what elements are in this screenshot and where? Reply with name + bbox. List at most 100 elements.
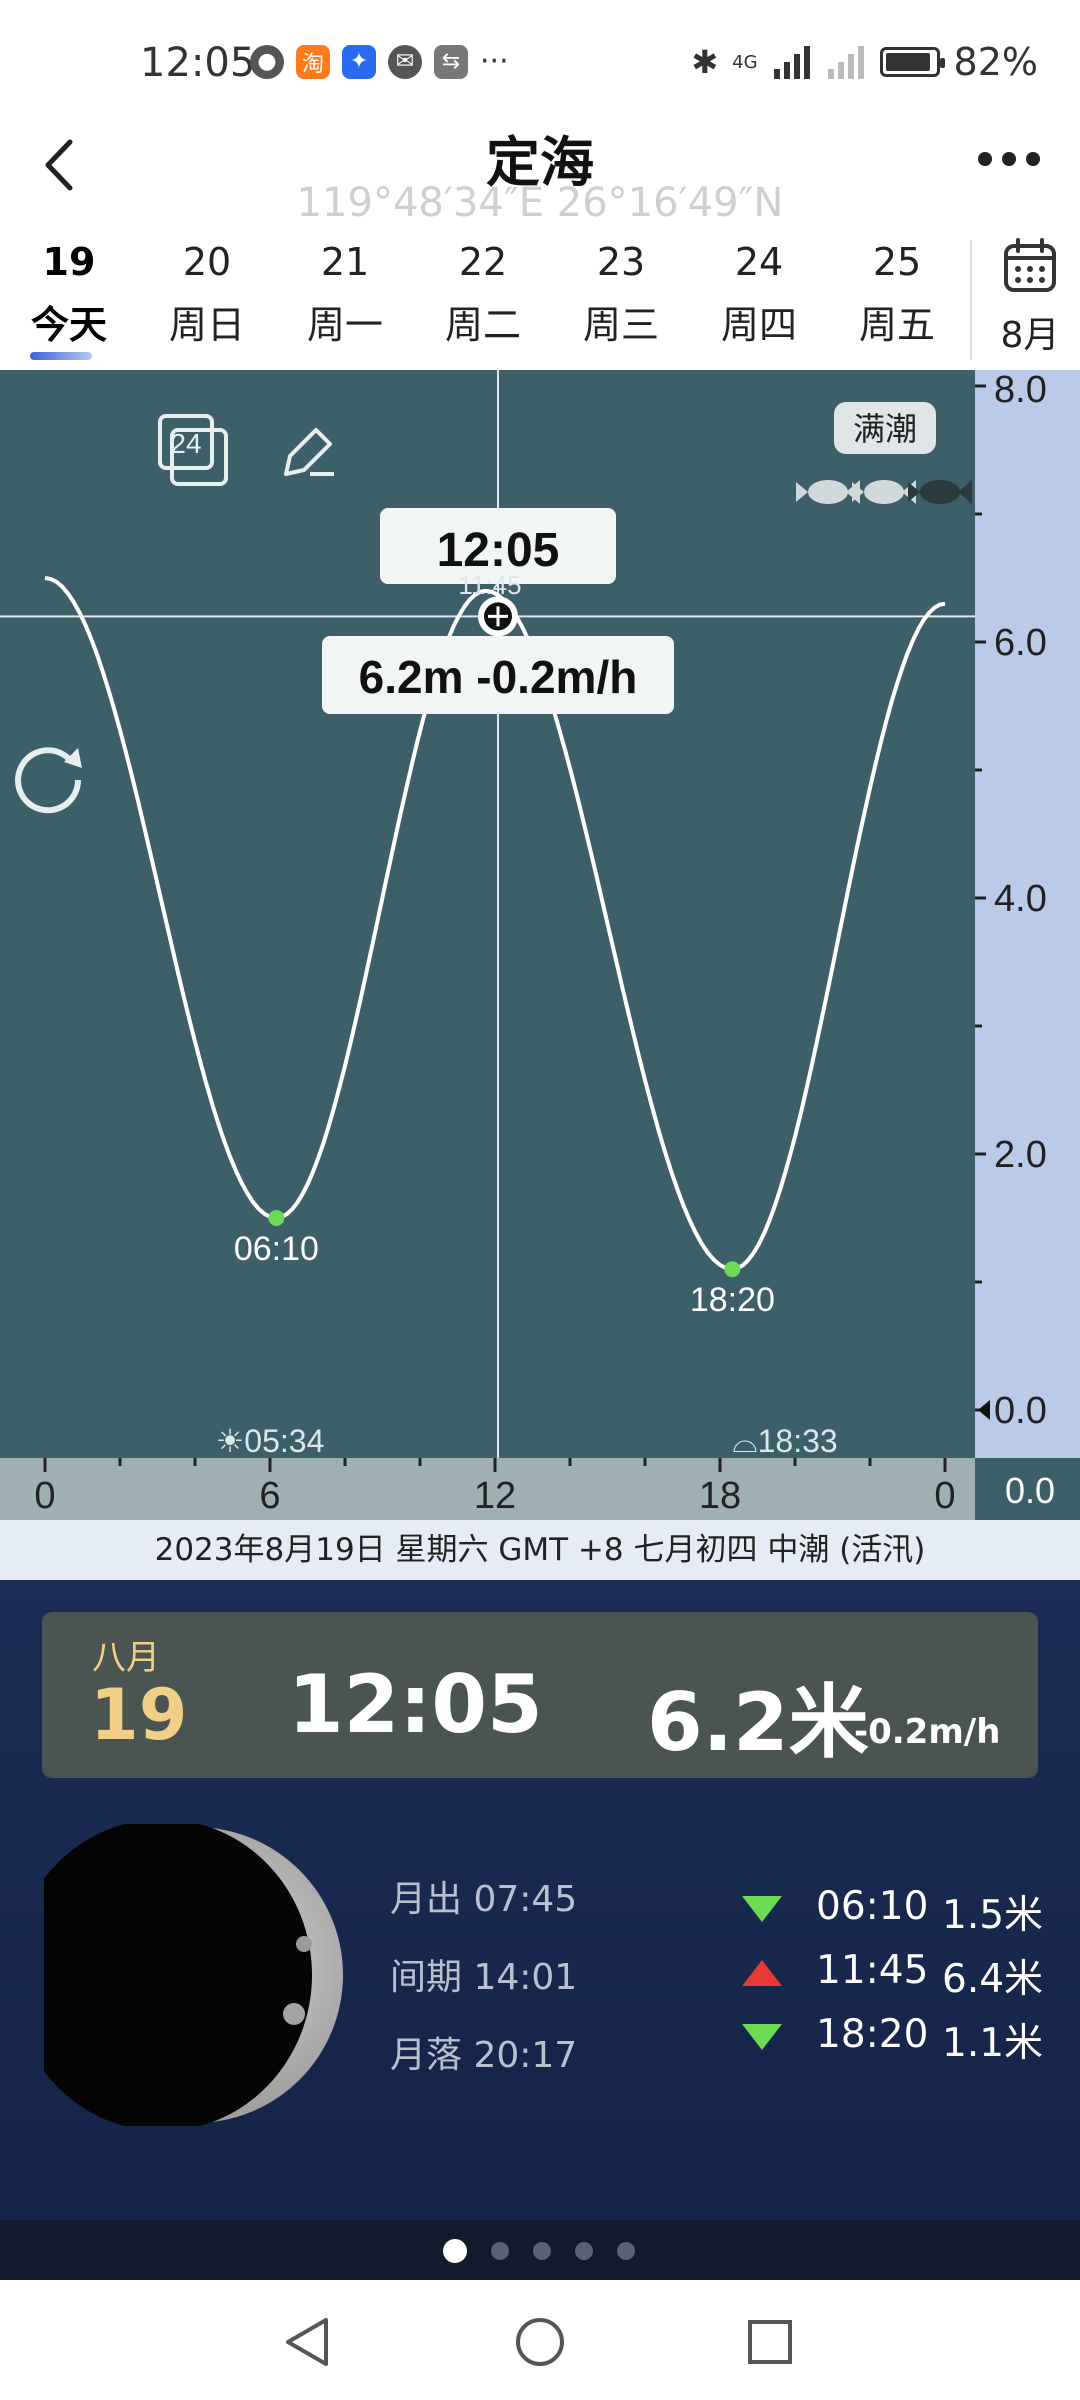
low-tide-point [268,1210,285,1226]
nav-back-icon[interactable] [280,2314,336,2370]
day-weekday: 周二 [444,303,521,347]
24h-label: 24 [170,428,201,459]
full-tide-label: 满潮 [853,410,917,448]
day-number: 24 [734,240,784,284]
header: 定海 119°48′34″E 26°16′49″N [0,110,1080,230]
card-day: 19 [90,1674,188,1756]
card-time: 12:05 [288,1658,543,1751]
sunset-label: ⌓18:33 [732,1423,837,1459]
day-weekday: 周日 [168,303,245,347]
day-weekday: 今天 [30,303,107,347]
day-tab-19[interactable]: 19 今天 [0,230,138,370]
y-tick-label: 8.0 [994,370,1047,411]
day-tab-21[interactable]: 21 周一 [276,230,414,370]
day-number: 20 [182,240,232,284]
low-tide-point-label: 06:10 [234,1230,319,1268]
tide-row-low-1: 06:10 1.5米 [740,1884,1060,1938]
tide-time: 18:20 [816,2012,929,2057]
tide-row-high: 11:45 6.4米 [740,1948,1060,2002]
tide-height: 1.1米 [942,2021,1044,2066]
system-nav-bar [0,2280,1080,2400]
low-tide-point-label: 18:20 [690,1281,775,1319]
tide-time: 06:10 [816,1884,929,1929]
moon-phase-icon [44,1824,343,2126]
current-tide-card: 八月 19 12:05 6.2米 -0.2m/h [42,1612,1038,1778]
moonrise-text: 月出 07:45 [390,1879,578,1920]
day-number: 22 [458,240,508,284]
day-number: 25 [872,240,922,284]
day-weekday: 周一 [306,303,383,347]
more-menu-icon[interactable] [978,152,1040,166]
x-tick-label: 18 [699,1475,741,1517]
tide-height: 1.5米 [942,1893,1044,1938]
battery-percent: 82% [953,40,1038,84]
day-weekday: 周四 [720,303,797,347]
y-tick-label: 4.0 [994,878,1047,920]
sunrise-time: 05:34 [244,1423,324,1459]
day-number: 21 [320,240,370,284]
tide-row-low-2: 18:20 1.1米 [740,2012,1060,2066]
day-number: 23 [596,240,646,284]
moonset-text: 月落 20:17 [390,2035,578,2076]
sunset-icon: ⌓ [732,1423,757,1459]
status-bar: 12:05 ● 淘 ✦ ✉ ⇆ ··· ✱ 4G 82% [0,0,1080,110]
x-tick-label: 6 [259,1475,280,1517]
divider [970,240,972,360]
card-height: 6.2米 [647,1676,869,1769]
calendar-icon [1004,238,1056,292]
low-tide-icon [742,1896,782,1922]
signal-label: 4G [732,51,758,73]
sunset-time: 18:33 [758,1423,838,1459]
page-dot[interactable] [533,2242,551,2260]
signal-2-icon [827,46,864,79]
day-tab-22[interactable]: 22 周二 [414,230,552,370]
calendar-button[interactable]: 8月 [985,238,1075,358]
selected-indicator [30,352,92,360]
detail-panel: 八月 19 12:05 6.2米 -0.2m/h 月出 07:45 间期 14:… [0,1580,1080,2220]
y-tick-label: 6.0 [994,622,1047,664]
day-tab-23[interactable]: 23 周三 [552,230,690,370]
tide-chart[interactable]: 0.0 8.0 6.0 4.0 2.0 0.0 0 6 12 18 0 06:10 18:20 2… [0,370,1080,1520]
taobao-icon: 淘 [296,44,330,79]
page-dot[interactable] [617,2242,635,2260]
page-dot[interactable] [575,2242,593,2260]
day-tab-20[interactable]: 20 周日 [138,230,276,370]
nav-recents-icon[interactable] [742,2314,798,2370]
day-tab-24[interactable]: 24 周四 [690,230,828,370]
status-right: ✱ 4G 82% [691,40,1038,84]
right-bottom-value: 0.0 [1005,1470,1055,1511]
date-strip: 19 今天 20 周日 21 周一 22 周二 23 周三 24 周四 25 周… [0,230,1080,370]
message-icon: ● [250,44,284,79]
y-tick-label: 2.0 [994,1134,1047,1176]
fish-rating-icon [796,480,972,504]
page-dot-active[interactable] [443,2239,467,2263]
x-tick-label: 0 [934,1475,955,1517]
battery-icon [879,47,945,77]
page-indicator [0,2220,1080,2280]
sync-icon: ⇆ [434,44,468,79]
moon-period-text: 间期 14:01 [390,1957,578,1998]
sunrise-label: ☀05:34 [216,1423,325,1459]
status-time: 12:05 [140,40,256,86]
y-tick-label: 0.0 [994,1390,1047,1432]
tide-time: 11:45 [816,1948,929,1993]
page-dot[interactable] [491,2242,509,2260]
day-number: 19 [42,240,96,284]
cursor-value-label: 6.2m -0.2m/h [359,651,638,703]
x-tick-label: 12 [474,1475,516,1517]
low-tide-icon [742,2024,782,2050]
nav-home-icon[interactable] [512,2314,568,2370]
x-tick-label: 0 [34,1475,55,1517]
date-info-bar: 2023年8月19日 星期六 GMT +8 七月初四 中潮 (活汛) [0,1520,1080,1580]
wechat-icon: ✉ [388,44,422,79]
bulb-icon: ✦ [342,44,376,79]
cursor-under-label: 11:45 [458,570,521,600]
tide-chart-svg[interactable]: 0.0 8.0 6.0 4.0 2.0 0.0 0 6 12 18 0 06:10 18:20 2… [0,370,1080,1520]
day-weekday: 周三 [582,303,659,347]
day-tab-25[interactable]: 25 周五 [828,230,966,370]
cursor-marker-icon[interactable] [478,596,518,637]
card-rate: -0.2m/h [854,1712,1001,1752]
day-weekday: 周五 [858,303,935,347]
high-tide-icon [742,1960,782,1986]
bluetooth-icon: ✱ [691,43,719,81]
